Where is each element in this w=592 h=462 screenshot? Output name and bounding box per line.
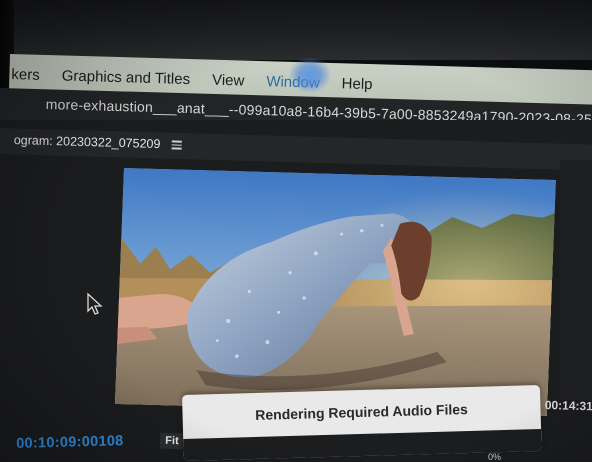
hamburger-icon[interactable] [171,139,182,152]
menu-graphics-and-titles[interactable]: Graphics and Titles [62,67,191,88]
render-progress-dialog: Rendering Required Audio Files [182,385,542,461]
playhead-timecode[interactable]: 00:10:09:00108 [16,433,124,452]
mouse-pointer-icon [87,292,103,315]
video-frame-image [114,168,556,416]
menu-view[interactable]: View [212,71,245,89]
zoom-fit-dropdown[interactable]: Fit [159,432,185,450]
program-monitor-video[interactable] [114,168,556,416]
screen-bezel [0,0,592,60]
menu-markers[interactable]: kers [11,66,40,84]
render-dialog-title: Rendering Required Audio Files [255,401,469,423]
render-percent: 0% [488,452,502,462]
menu-window[interactable]: Window [266,73,320,91]
duration-timecode: 00:14:31 [544,398,592,414]
menu-help[interactable]: Help [341,75,372,93]
panel-right-edge [560,160,592,400]
